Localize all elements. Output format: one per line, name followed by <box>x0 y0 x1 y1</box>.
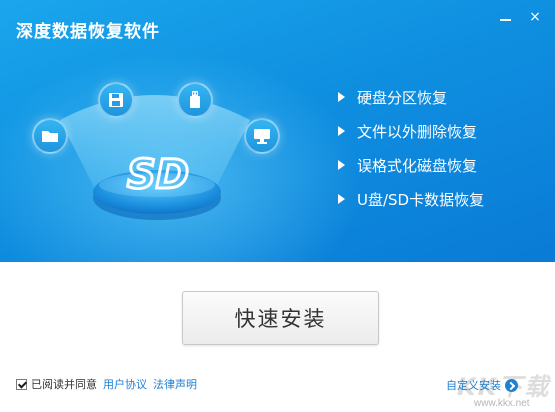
monitor-icon <box>244 118 280 154</box>
folder-icon <box>32 118 68 154</box>
app-title: 深度数据恢复软件 <box>16 22 160 42</box>
minimize-icon[interactable] <box>496 10 514 24</box>
feature-list: 硬盘分区恢复 文件以外删除恢复 误格式化磁盘恢复 U盘/SD卡数据恢复 <box>338 80 484 216</box>
sd-logo: SD <box>125 151 190 199</box>
feature-item: 文件以外删除恢复 <box>338 114 484 148</box>
triangle-bullet-icon <box>338 194 345 204</box>
custom-install-label: 自定义安装 <box>446 379 501 392</box>
usb-drive-icon <box>177 82 213 118</box>
custom-install-link[interactable]: 自定义安装 <box>446 377 518 393</box>
quick-install-button[interactable]: 快速安装 <box>182 291 379 345</box>
hero-banner: 深度数据恢复软件 × SD 硬盘分区恢复 文件以外删除恢复 误格式化磁盘恢复 U… <box>0 0 555 262</box>
user-agreement-link[interactable]: 用户协议 <box>103 376 147 392</box>
triangle-bullet-icon <box>338 126 345 136</box>
agree-checkbox[interactable] <box>16 378 27 390</box>
save-file-icon <box>98 82 134 118</box>
chevron-right-icon <box>505 378 518 392</box>
close-icon[interactable]: × <box>526 10 544 24</box>
feature-label: U盘/SD卡数据恢复 <box>357 190 485 209</box>
watermark-url: www.kkx.net <box>474 398 530 409</box>
feature-label: 误格式化磁盘恢复 <box>357 156 478 175</box>
legal-notice-link[interactable]: 法律声明 <box>153 376 197 392</box>
agree-label: 已阅读并同意 <box>31 378 97 391</box>
svg-text:SD: SD <box>127 152 189 198</box>
feature-item: 误格式化磁盘恢复 <box>338 148 484 182</box>
feature-label: 硬盘分区恢复 <box>357 88 448 107</box>
feature-item: 硬盘分区恢复 <box>338 80 484 114</box>
agreement-row: 已阅读并同意 用户协议 法律声明 <box>16 376 197 392</box>
triangle-bullet-icon <box>338 160 345 170</box>
feature-label: 文件以外删除恢复 <box>357 122 478 141</box>
triangle-bullet-icon <box>338 92 345 102</box>
feature-item: U盘/SD卡数据恢复 <box>338 182 484 216</box>
